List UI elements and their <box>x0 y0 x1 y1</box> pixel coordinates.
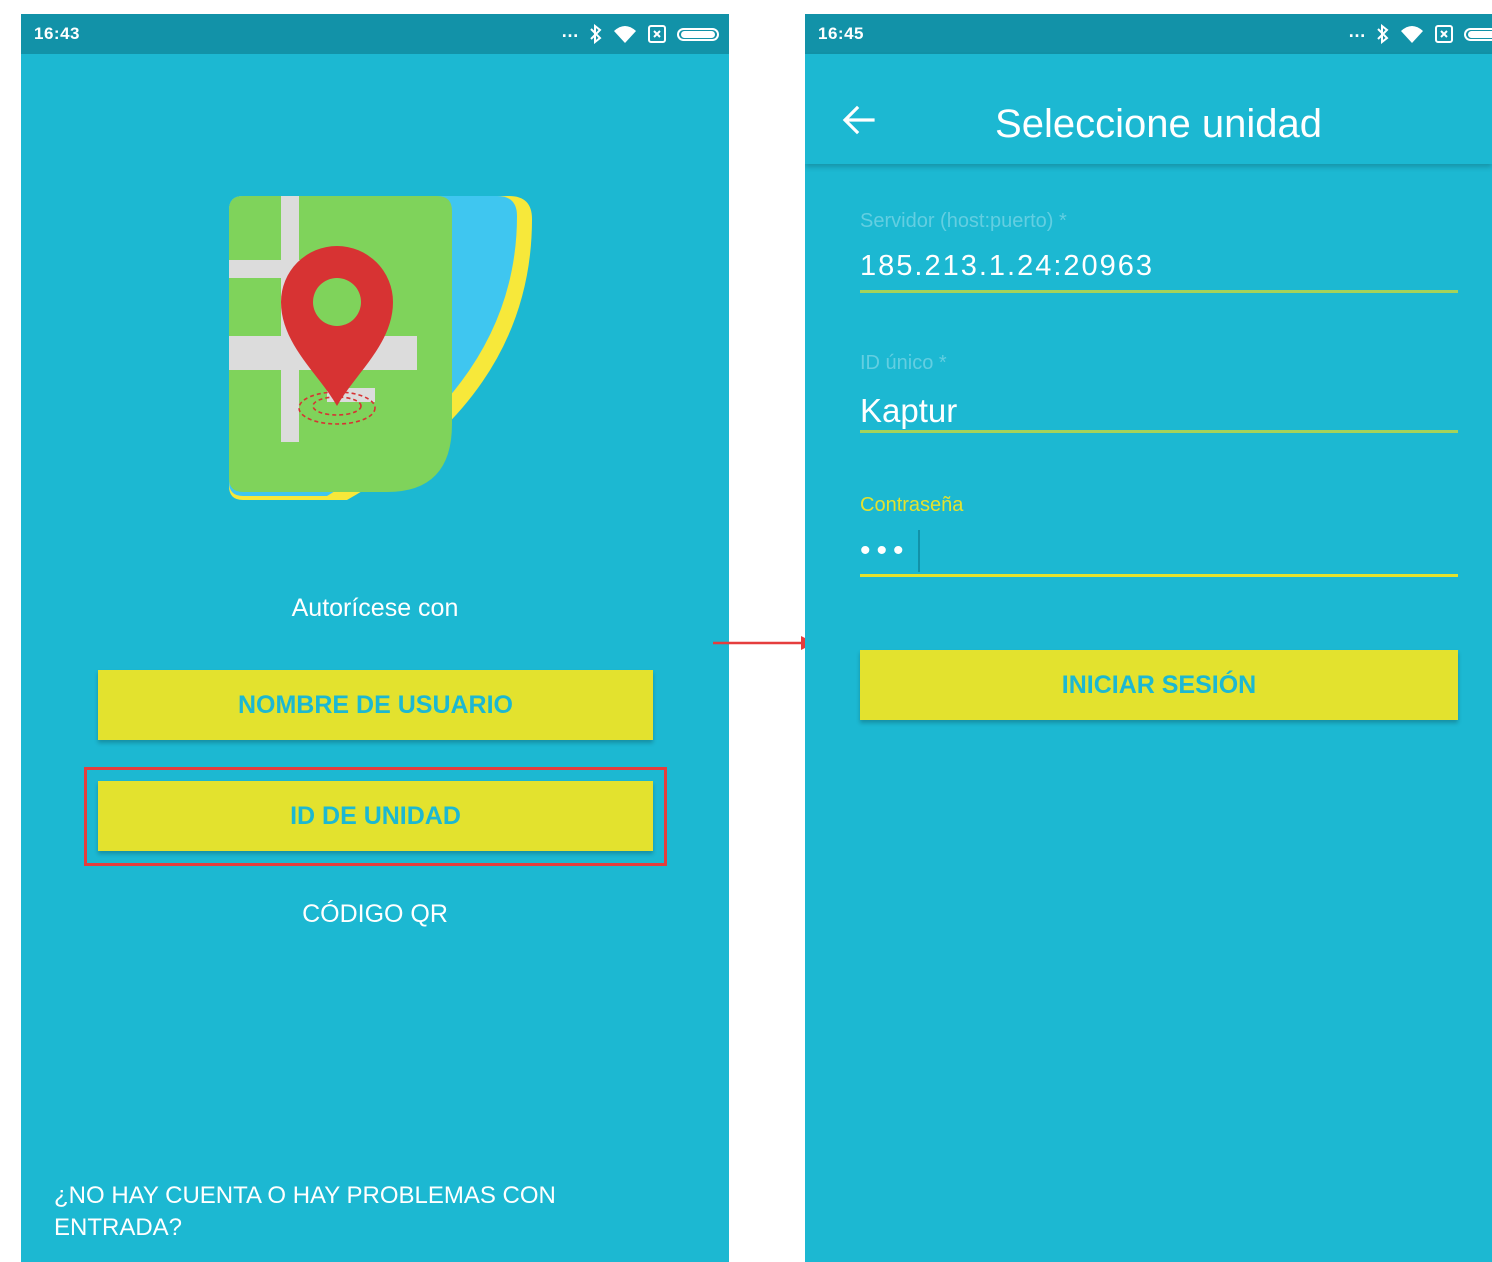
text-cursor <box>918 530 920 572</box>
sim-icon <box>1435 25 1453 43</box>
wifi-icon <box>614 26 636 43</box>
login-button[interactable]: INICIAR SESIÓN <box>860 650 1458 720</box>
password-field: Contraseña <box>860 494 1458 594</box>
status-bar: 16:43 … <box>21 14 729 54</box>
ellipsis-icon: … <box>1348 21 1366 41</box>
server-field: Servidor (host:puerto) * <box>860 210 1458 310</box>
bluetooth-icon <box>1377 24 1389 44</box>
select-unit-screen: 16:45 … Seleccione unidad Servidor (host… <box>805 14 1492 1262</box>
unique-id-field-underline <box>860 430 1458 433</box>
status-time: 16:43 <box>34 24 80 43</box>
unique-id-field-label: ID único * <box>860 352 947 374</box>
password-field-underline <box>860 574 1458 577</box>
app-bar: Seleccione unidad <box>805 54 1492 164</box>
password-input[interactable] <box>860 534 1458 568</box>
qr-code-link[interactable]: CÓDIGO QR <box>21 900 729 929</box>
auth-label: Autorícese con <box>291 594 459 622</box>
status-icons: … <box>1348 22 1492 46</box>
auth-method-screen: 16:43 … Autorícese con NOMBRE DE USUARIO… <box>21 14 729 1262</box>
help-link[interactable]: ¿NO HAY CUENTA O HAY PROBLEMAS CON ENTRA… <box>54 1180 614 1244</box>
page-title: Seleccione unidad <box>995 102 1322 146</box>
status-bar: 16:45 … <box>805 14 1492 54</box>
username-button[interactable]: NOMBRE DE USUARIO <box>98 670 653 740</box>
server-input[interactable] <box>860 250 1458 283</box>
status-time: 16:45 <box>818 24 864 43</box>
battery-icon <box>1464 27 1492 41</box>
sim-icon <box>648 25 666 43</box>
unique-id-field: ID único * <box>860 352 1458 452</box>
server-field-underline <box>860 290 1458 293</box>
status-icons: … <box>561 22 719 46</box>
unique-id-input[interactable] <box>860 392 1458 430</box>
arrow-right-icon <box>713 636 815 650</box>
server-field-label: Servidor (host:puerto) * <box>860 210 1067 232</box>
wifi-icon <box>1401 26 1423 43</box>
ellipsis-icon: … <box>561 21 579 41</box>
password-field-label: Contraseña <box>860 494 964 516</box>
map-pin-logo-icon <box>229 196 532 500</box>
bluetooth-icon <box>590 24 602 44</box>
unit-id-button[interactable]: ID DE UNIDAD <box>98 781 653 851</box>
battery-icon <box>677 27 719 41</box>
